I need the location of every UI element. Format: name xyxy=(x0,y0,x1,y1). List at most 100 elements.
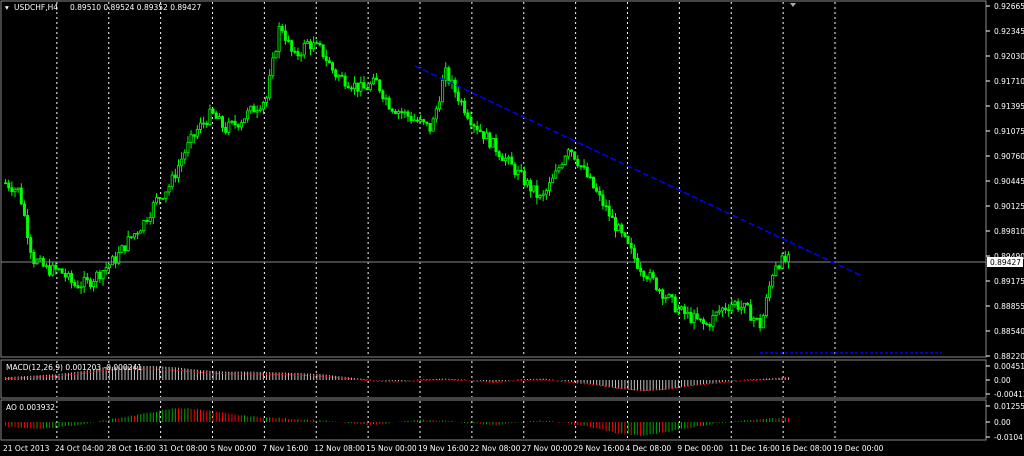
candle-body xyxy=(54,264,58,270)
price-tick-label: 0.92345 xyxy=(994,27,1024,36)
candle-body xyxy=(642,271,646,278)
candle-body xyxy=(104,267,108,271)
candle-body xyxy=(566,149,570,157)
candle-body xyxy=(459,100,463,103)
candle-body xyxy=(51,264,55,276)
price-tick-label: 0.90760 xyxy=(994,152,1024,161)
candle-body xyxy=(689,311,693,323)
candle-body xyxy=(491,138,495,148)
candle-body xyxy=(139,230,143,234)
candle-body xyxy=(249,105,253,112)
candle-body xyxy=(82,277,86,288)
candle-body xyxy=(296,51,300,57)
candle-body xyxy=(698,318,702,321)
candle-body xyxy=(705,323,709,326)
candle-body xyxy=(271,57,275,77)
price-tick-label: 0.90445 xyxy=(994,177,1024,186)
candle-body xyxy=(136,232,140,235)
macd-label: MACD(12,26,9) 0.001203 -0.000241 xyxy=(6,363,142,372)
candle-body xyxy=(252,105,256,113)
candle-body xyxy=(541,193,545,196)
current-price-label: 0.89427 xyxy=(990,258,1021,267)
candle-body xyxy=(519,169,523,172)
candle-body xyxy=(576,158,580,167)
candle-body xyxy=(733,301,737,306)
candle-body xyxy=(551,177,555,184)
chart-canvas[interactable]: ▾ USDCHF,H4 0.89510 0.89524 0.89352 0.89… xyxy=(0,0,1024,456)
ao-tick-label: 0.012553 xyxy=(994,402,1024,411)
macd-tick-label: 0.004514 xyxy=(994,362,1024,371)
candle-body xyxy=(283,30,287,41)
candle-body xyxy=(714,311,718,316)
candle-body xyxy=(287,40,291,42)
candle-body xyxy=(711,315,715,327)
candle-body xyxy=(390,108,394,112)
candle-body xyxy=(176,165,180,179)
candle-body xyxy=(85,277,89,281)
candle-body xyxy=(431,118,435,132)
candle-body xyxy=(195,128,199,137)
candle-body xyxy=(359,82,363,92)
candle-body xyxy=(132,233,136,238)
candle-body xyxy=(393,110,397,114)
time-tick-label: 24 Oct 04:00 xyxy=(55,444,104,453)
candle-body xyxy=(321,44,325,57)
candle-body xyxy=(456,91,460,102)
chart-window[interactable]: ▾ USDCHF,H4 0.89510 0.89524 0.89352 0.89… xyxy=(0,0,1024,456)
candle-body xyxy=(227,121,231,133)
candle-body xyxy=(230,120,234,123)
candle-body xyxy=(48,265,52,276)
candle-body xyxy=(522,170,526,186)
candle-body xyxy=(217,116,221,119)
ao-label: AO 0.003932 xyxy=(6,403,55,412)
candle-body xyxy=(585,166,589,178)
candle-body xyxy=(76,285,80,289)
candle-body xyxy=(186,142,190,154)
candle-body xyxy=(349,87,353,90)
candle-body xyxy=(95,271,99,282)
candle-body xyxy=(645,276,649,280)
time-tick-label: 19 Dec 00:00 xyxy=(833,444,884,453)
title-bar: ▾ USDCHF,H4 0.89510 0.89524 0.89352 0.89… xyxy=(5,3,201,12)
candle-body xyxy=(777,265,781,269)
candle-body xyxy=(63,272,67,278)
candle-body xyxy=(544,190,548,195)
candle-body xyxy=(409,115,413,122)
time-tick-label: 21 Oct 2013 xyxy=(3,444,50,453)
candle-body xyxy=(774,265,778,276)
candle-body xyxy=(98,271,102,280)
candle-body xyxy=(353,82,357,89)
time-tick-label: 22 Nov 08:00 xyxy=(470,444,521,453)
candle-body xyxy=(403,111,407,114)
chart-menu-arrow-icon[interactable]: ▾ xyxy=(5,3,9,12)
candle-body xyxy=(447,67,451,84)
candle-body xyxy=(29,237,33,253)
time-tick-label: 19 Nov 16:00 xyxy=(418,444,469,453)
candle-body xyxy=(378,79,382,92)
price-tick-label: 0.92665 xyxy=(994,2,1024,11)
candle-body xyxy=(224,127,228,133)
candle-body xyxy=(742,302,746,308)
candle-body xyxy=(371,77,375,85)
candle-body xyxy=(107,264,111,269)
candle-body xyxy=(346,85,350,89)
candle-body xyxy=(362,82,366,89)
candle-body xyxy=(73,282,77,287)
candle-body xyxy=(569,149,573,153)
time-tick-label: 4 Dec 08:00 xyxy=(626,444,672,453)
candle-body xyxy=(475,125,479,131)
candle-body xyxy=(412,119,416,122)
candle-body xyxy=(337,74,341,78)
candle-body xyxy=(683,306,687,315)
candle-body xyxy=(368,83,372,91)
candle-body xyxy=(695,313,699,320)
time-tick-label: 29 Nov 16:00 xyxy=(574,444,625,453)
candle-body xyxy=(198,122,203,130)
candle-body xyxy=(720,307,724,312)
candle-body xyxy=(595,187,599,192)
candle-body xyxy=(293,50,297,53)
candle-body xyxy=(617,224,621,232)
candle-body xyxy=(749,304,753,321)
candle-body xyxy=(7,182,11,189)
candle-body xyxy=(428,123,432,132)
